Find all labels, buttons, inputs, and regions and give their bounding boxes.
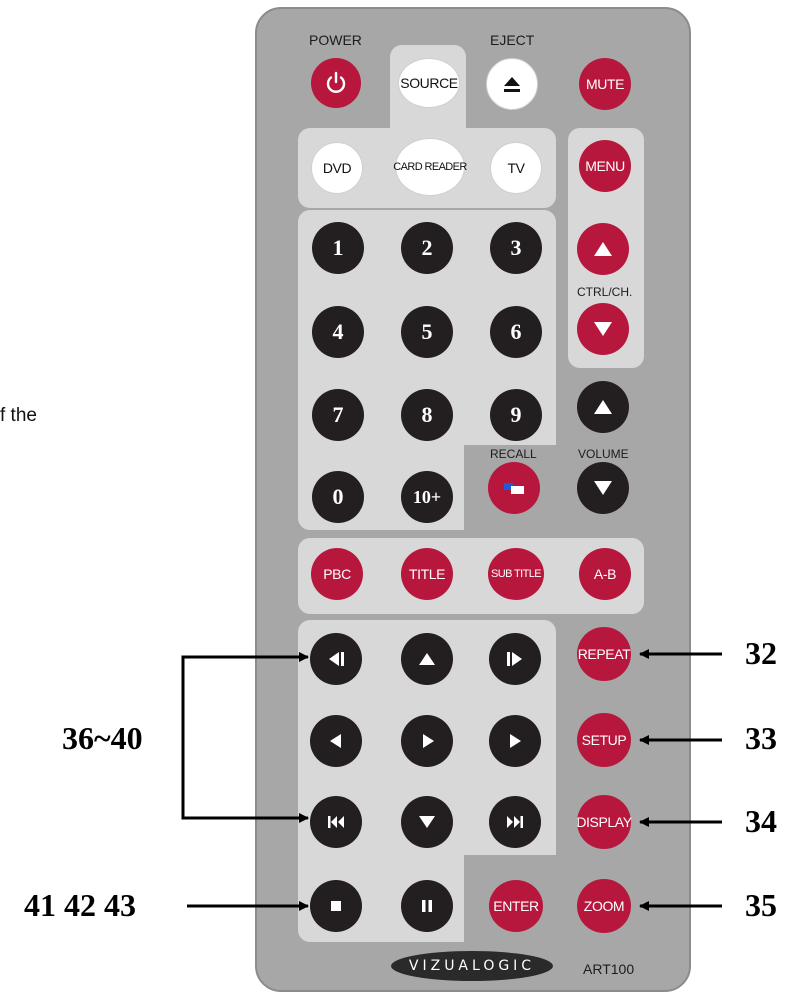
callout-arrows	[181, 649, 722, 911]
callout-35: 35	[745, 887, 777, 923]
callout-34: 34	[745, 803, 777, 839]
callout-41-43: 41 42 43	[24, 887, 136, 923]
bracket-36-40	[181, 652, 309, 823]
callout-33: 33	[745, 720, 777, 756]
callout-36-40: 36~40	[62, 720, 143, 756]
callout-32: 32	[745, 635, 777, 671]
